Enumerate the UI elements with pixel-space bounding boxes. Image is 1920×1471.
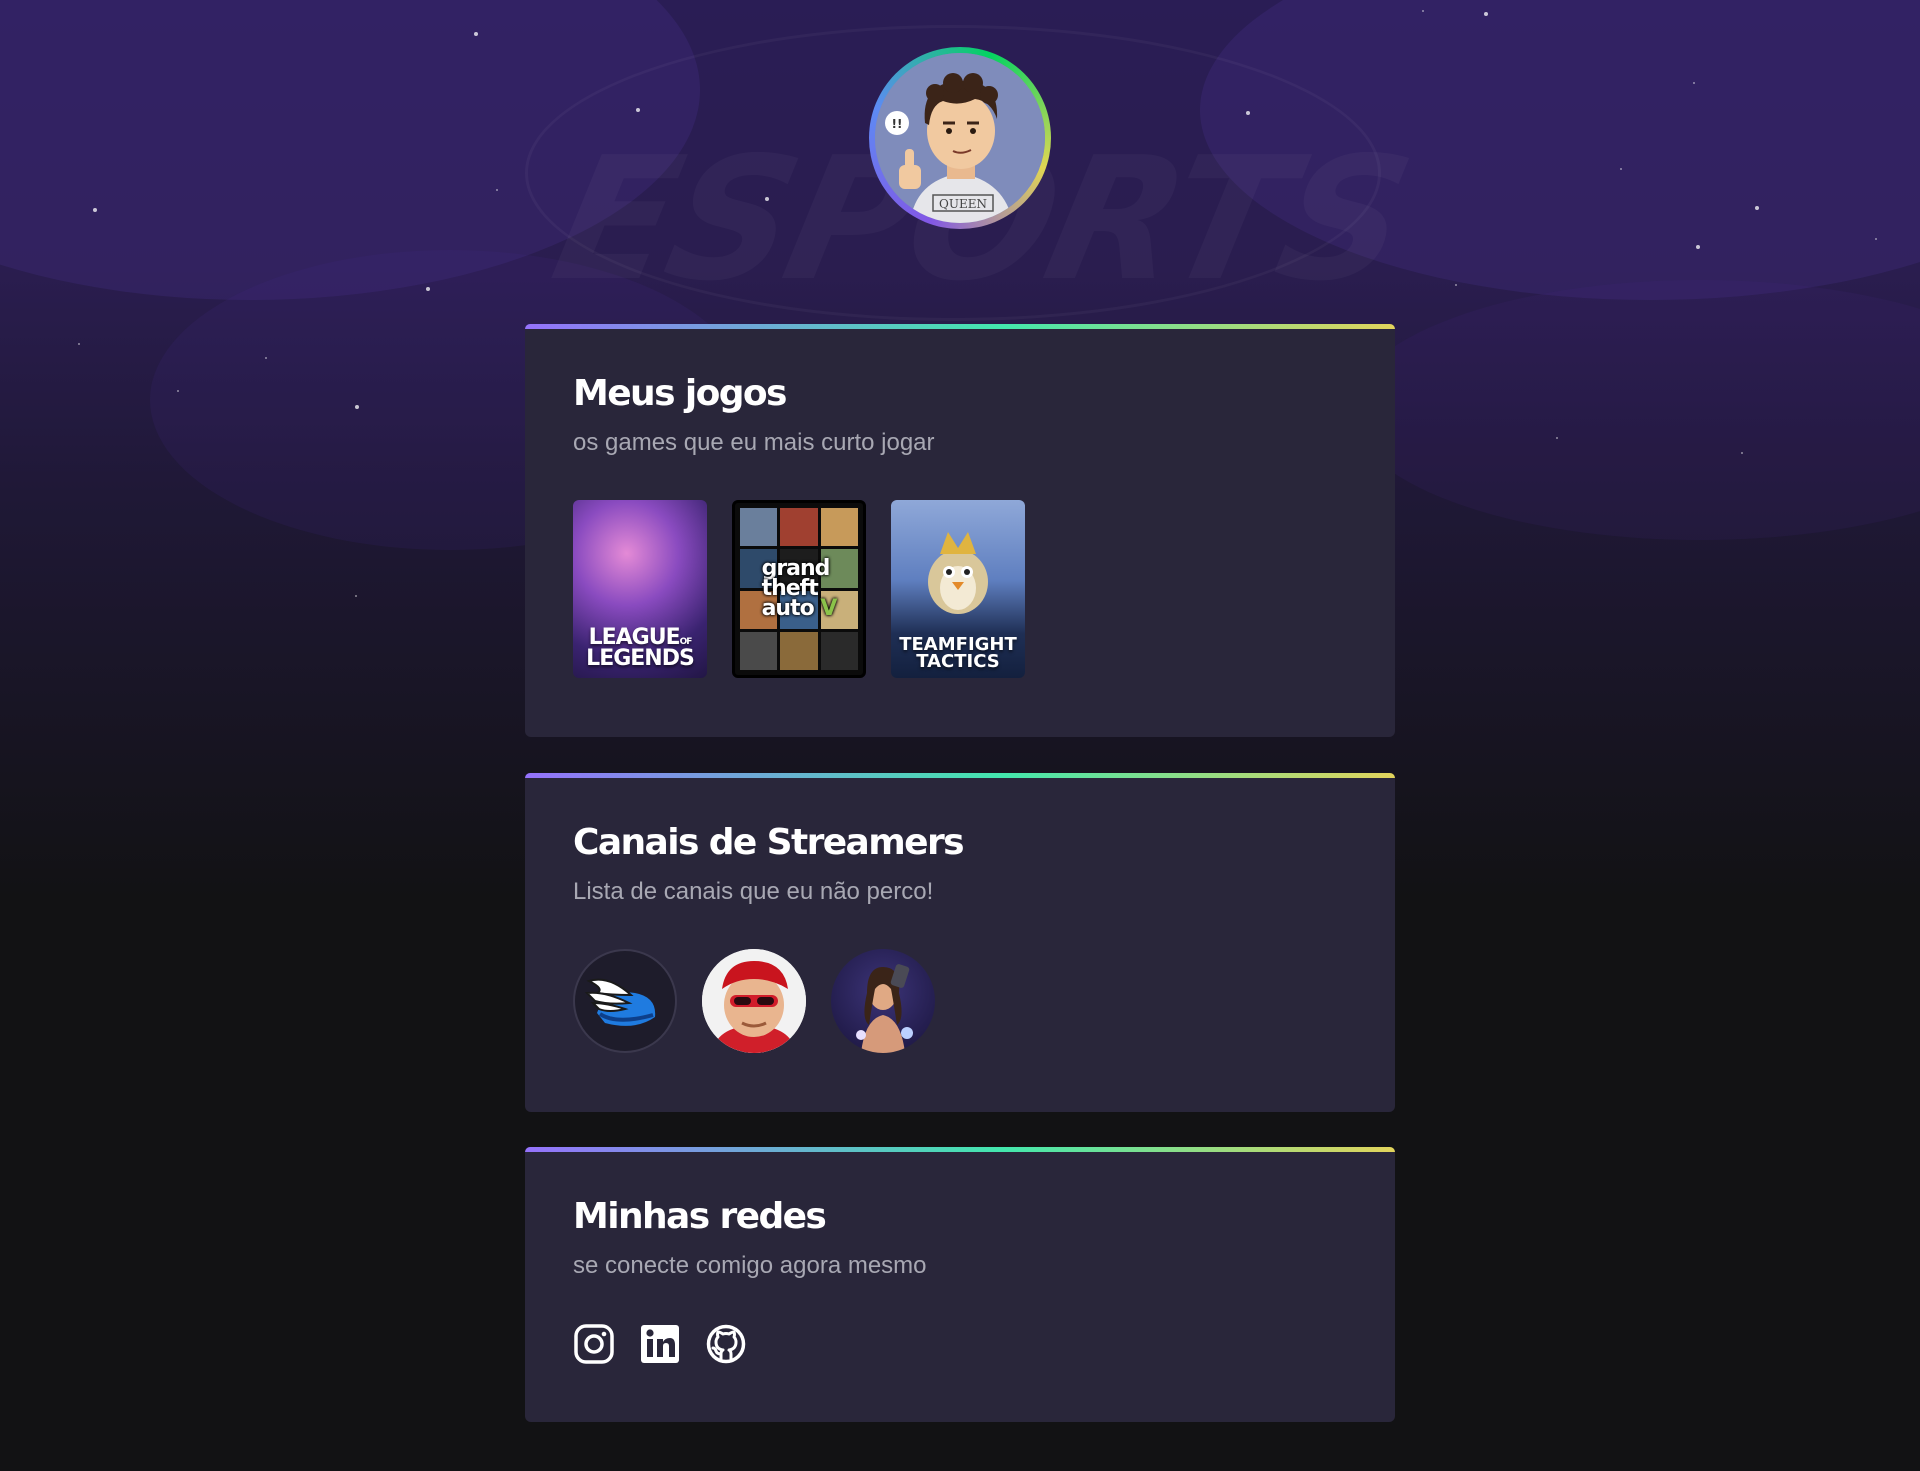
red-cap-streamer-icon [702, 949, 806, 1053]
star [426, 287, 430, 291]
games-card: Meus jogos os games que eu mais curto jo… [525, 324, 1395, 737]
game-gta-v[interactable]: grand theft auto V [732, 500, 866, 678]
star [265, 357, 267, 359]
streamer-2-avatar[interactable] [702, 949, 806, 1053]
instagram-icon[interactable] [573, 1323, 615, 1365]
social-title: Minhas redes [573, 1196, 827, 1237]
star [177, 390, 179, 392]
profile-avatar-ring: QUEEN !! [869, 47, 1051, 229]
social-subtitle: se conecte comigo agora mesmo [573, 1252, 927, 1279]
game-league-of-legends[interactable]: LEAGUEOF LEGENDS [573, 500, 707, 678]
star [1741, 452, 1743, 454]
warrior-streamer-icon [856, 964, 913, 1053]
star [1696, 245, 1700, 249]
social-links [573, 1323, 1347, 1365]
game-logo-tft: TEAMFIGHT TACTICS [899, 633, 1017, 672]
social-card: Minhas redes se conecte comigo agora mes… [525, 1147, 1395, 1422]
streamers-card: Canais de Streamers Lista de canais que … [525, 773, 1395, 1112]
shirt-text: QUEEN [939, 197, 987, 211]
games-list: LEAGUEOF LEGENDS grand theft auto V TEAM… [573, 500, 1347, 678]
star [1620, 168, 1622, 170]
tft-penguin-illustration [928, 532, 988, 614]
streamers-title: Canais de Streamers [573, 822, 965, 863]
winged-helmet-icon [584, 978, 656, 1026]
streamer-3-avatar[interactable] [831, 949, 935, 1053]
star [355, 405, 359, 409]
star [93, 208, 97, 212]
star [78, 343, 80, 345]
star [1484, 12, 1488, 16]
speech-bubble-text: !! [892, 117, 903, 131]
github-icon[interactable] [705, 1323, 747, 1365]
star [496, 189, 498, 191]
star [1755, 206, 1759, 210]
star [636, 108, 640, 112]
star [1455, 284, 1457, 286]
profile-avatar: QUEEN !! [875, 53, 1045, 223]
streamers-list [573, 949, 1347, 1053]
star [474, 32, 478, 36]
star [1422, 10, 1424, 12]
star [1693, 82, 1695, 84]
game-teamfight-tactics[interactable]: TEAMFIGHT TACTICS [891, 500, 1025, 678]
game-logo-gta: grand theft auto V [761, 555, 838, 622]
streamer-1-avatar[interactable] [573, 949, 677, 1053]
star [1246, 111, 1250, 115]
star [1556, 437, 1558, 439]
games-title: Meus jogos [573, 373, 787, 414]
game-logo-lol: LEAGUEOF LEGENDS [586, 625, 695, 672]
star [765, 197, 769, 201]
games-subtitle: os games que eu mais curto jogar [573, 429, 935, 456]
star [355, 595, 357, 597]
star [1875, 238, 1877, 240]
streamers-subtitle: Lista de canais que eu não perco! [573, 878, 934, 905]
avatar-illustration: QUEEN !! [875, 53, 1045, 223]
linkedin-icon[interactable] [639, 1323, 681, 1365]
